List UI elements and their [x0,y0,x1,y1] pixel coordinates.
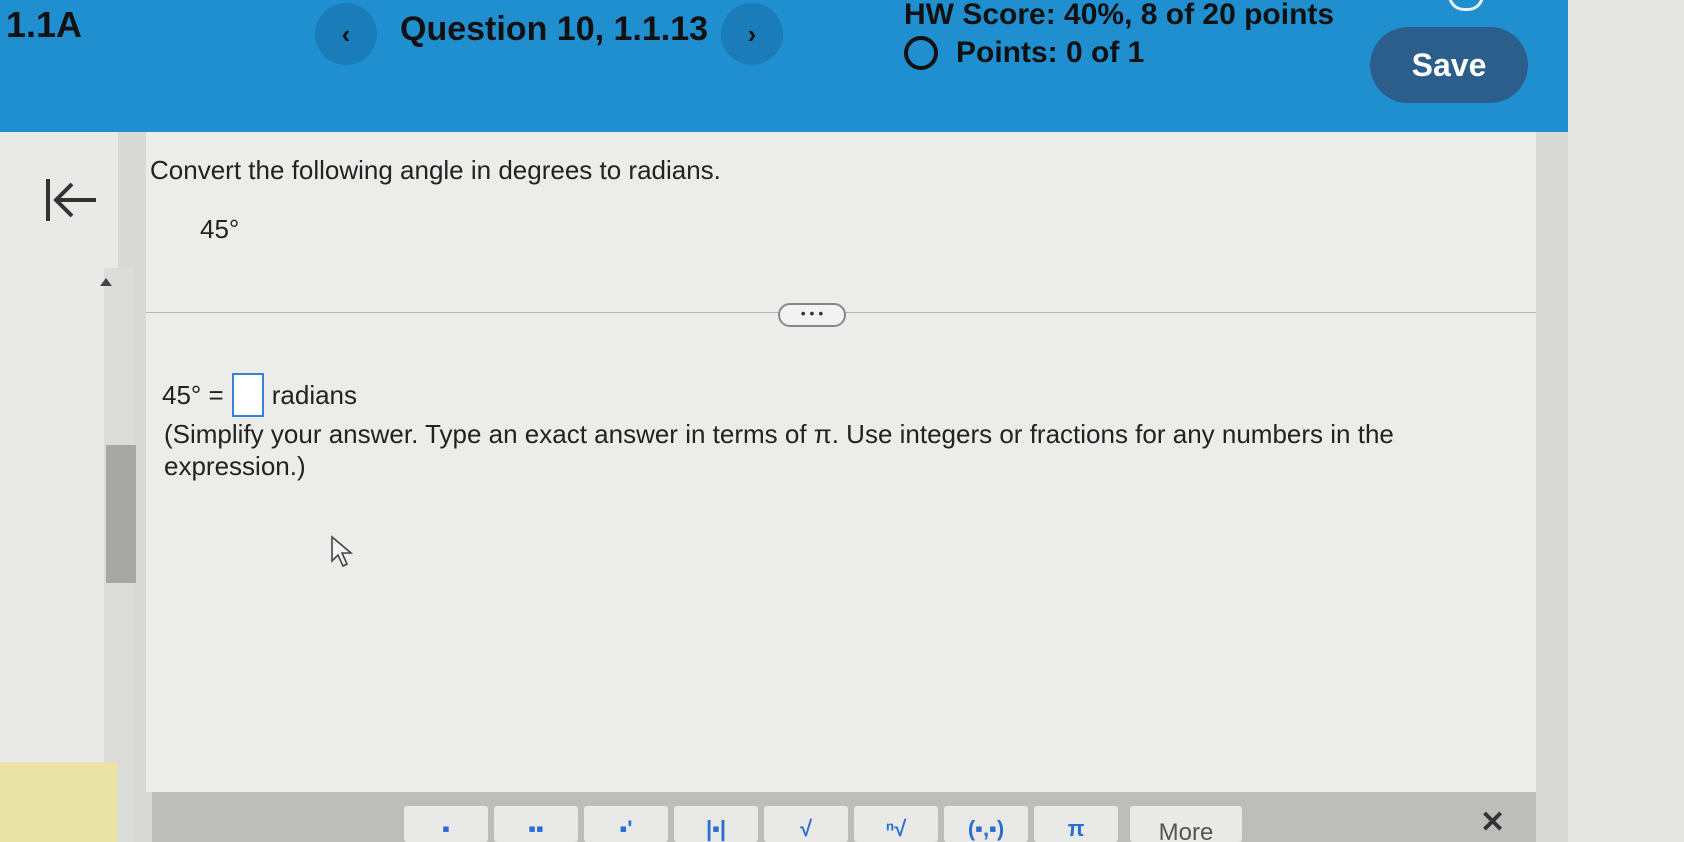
absolute-value-icon: |▪| [705,816,727,841]
nth-root-icon: ⁿ√ [885,816,907,841]
toolbar-button[interactable]: |▪| [674,806,758,842]
collapse-left-arrow-icon[interactable] [44,175,100,225]
points-status: Points: 0 of 1 [904,36,1144,70]
settings-gear-icon[interactable] [1448,0,1484,11]
points-label: Points: 0 of 1 [956,36,1145,69]
square-root-icon: √ [799,816,813,841]
toolbar-button[interactable]: ▪' [584,806,668,842]
answer-input[interactable] [231,373,264,417]
fraction-icon: ▪ [442,816,450,841]
right-scroll-area [1536,132,1568,842]
toolbar-button[interactable]: ▪ [404,806,488,842]
answer-row: 45° = radians [162,373,357,417]
sticky-note [0,762,118,842]
next-question-button[interactable]: › [721,3,783,65]
previous-question-button[interactable]: ‹ [315,3,377,65]
toolbar-button[interactable]: ⁿ√ [854,806,938,842]
answer-prefix: 45° = [162,379,224,410]
scroll-up-arrow-icon[interactable] [100,278,112,286]
hw-score: HW Score: 40%, 8 of 20 points [904,0,1335,31]
answer-suffix: radians [271,379,358,410]
given-angle: 45° [200,214,240,244]
question-prompt: Convert the following angle in degrees t… [150,155,721,185]
exponent-icon: ▪' [619,816,633,841]
answer-instructions: (Simplify your answer. Type an exact ans… [164,419,1394,481]
toolbar-button[interactable]: π [1034,806,1118,842]
section-label: 1.1A [6,4,83,45]
left-sidebar [0,132,118,842]
parentheses-icon: (▪,▪) [967,816,1005,841]
save-button[interactable]: Save [1370,27,1528,103]
question-title: Question 10, 1.1.13 [400,10,709,48]
status-circle-icon [904,36,938,70]
toolbar-button[interactable]: ▪▪ [494,806,578,842]
mixed-number-icon: ▪▪ [528,816,544,841]
header-bar: 1.1A ‹ Question 10, 1.1.13 › HW Score: 4… [0,0,1568,132]
screen-edge [1568,0,1684,842]
close-toolbar-icon[interactable]: ✕ [1480,805,1505,840]
scrollbar-thumb[interactable] [106,445,136,583]
toolbar-button[interactable]: (▪,▪) [944,806,1028,842]
more-tools-button[interactable]: More [1130,806,1242,842]
pi-icon: π [1067,816,1085,841]
toolbar-button[interactable]: √ [764,806,848,842]
expand-toggle-button[interactable]: • • • [778,303,846,327]
mouse-pointer-icon [331,535,354,568]
